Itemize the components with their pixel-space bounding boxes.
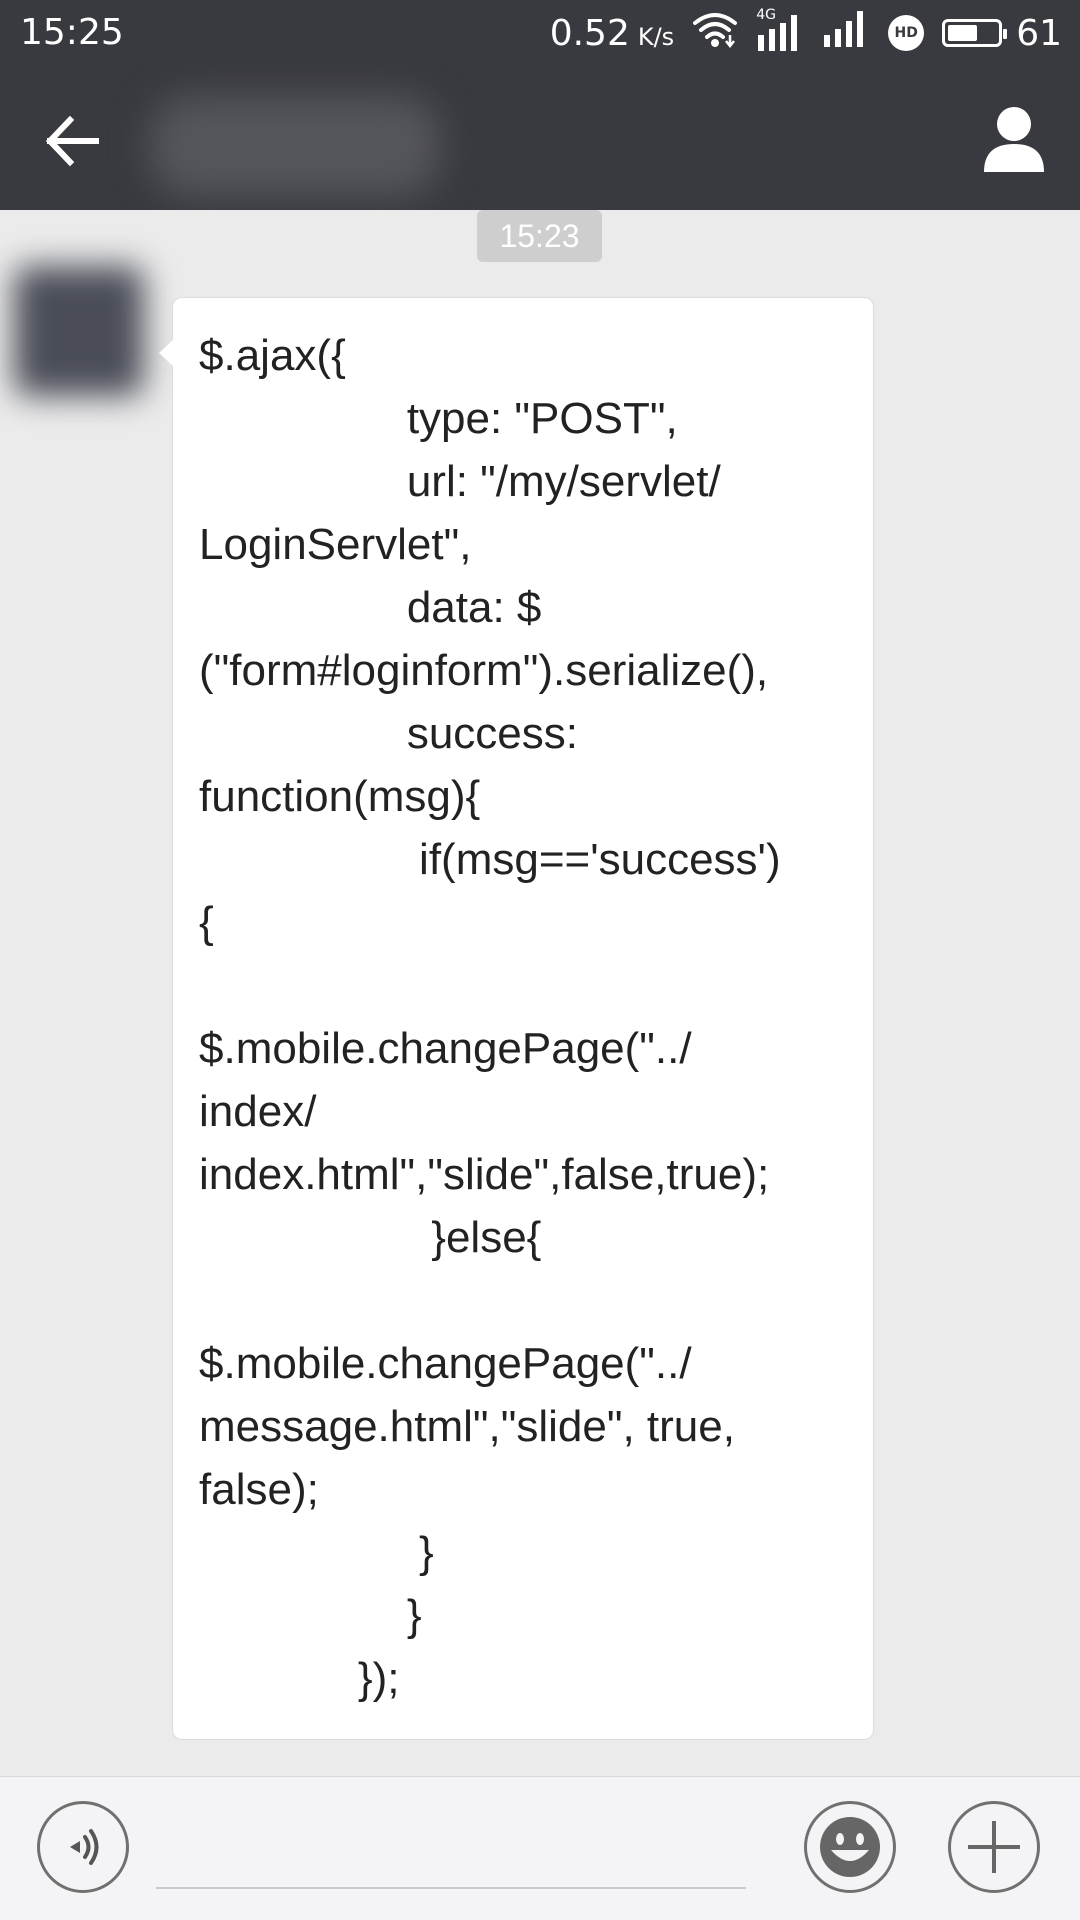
voice-button[interactable] [37, 1801, 129, 1893]
hd-voice-icon: HD [888, 15, 925, 51]
back-button[interactable] [38, 106, 108, 176]
person-icon [984, 107, 1044, 172]
signal-icon [822, 9, 870, 58]
message-list[interactable]: 15:23 $.ajax({ type: "POST", url: "/my/s… [0, 210, 1080, 1776]
arrow-left-icon [45, 115, 99, 167]
network-speed: 0.52 K/s [550, 13, 674, 54]
emoji-button[interactable] [804, 1801, 896, 1893]
plus-icon [968, 1821, 1020, 1873]
contact-name-redacted [150, 96, 440, 196]
status-time: 15:25 [20, 12, 124, 53]
avatar[interactable] [14, 266, 144, 396]
voice-icon [70, 1829, 99, 1865]
chat-header [0, 66, 1080, 210]
message-bubble[interactable]: $.ajax({ type: "POST", url: "/my/servlet… [159, 297, 874, 1740]
battery-fill [948, 25, 978, 41]
chat-info-button[interactable] [978, 102, 1050, 174]
status-indicators: 0.52 K/s 4G HD 61 [550, 7, 1062, 58]
signal-4g-icon: 4G [756, 7, 804, 53]
battery-percent: 61 [1016, 12, 1062, 54]
input-bar [0, 1776, 1080, 1920]
status-bar: 15:25 0.52 K/s 4G HD 61 [0, 0, 1080, 66]
network-speed-value: 0.52 [549, 12, 630, 54]
message-text: $.ajax({ type: "POST", url: "/my/servlet… [199, 331, 781, 1703]
hd-label: HD [894, 25, 918, 41]
more-button[interactable] [948, 1801, 1040, 1893]
wifi-icon [692, 9, 738, 58]
battery-indicator: 61 [942, 13, 1062, 54]
message-timestamp: 15:23 [477, 210, 602, 262]
message-input[interactable] [156, 1813, 746, 1889]
battery-icon [942, 19, 1008, 47]
network-speed-unit: K/s [637, 22, 675, 51]
emoji-icon [820, 1817, 880, 1877]
